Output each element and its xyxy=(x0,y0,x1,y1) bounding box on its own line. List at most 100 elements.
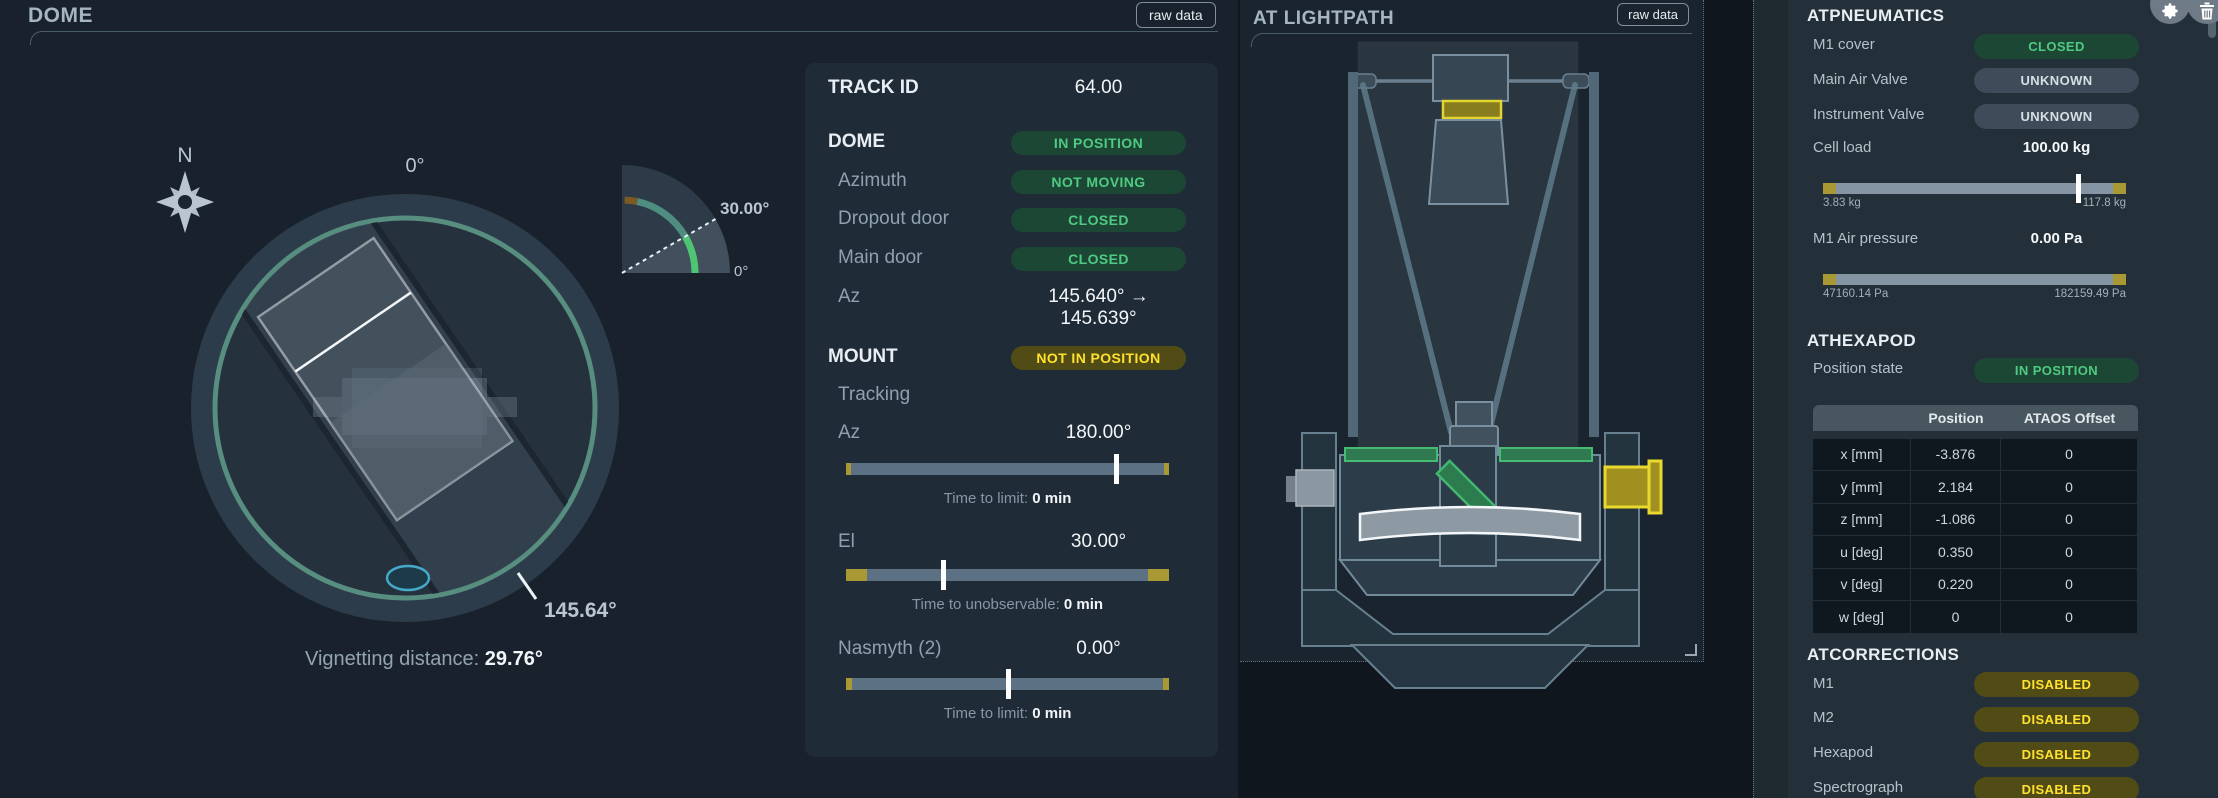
table-header-offset: ATAOS Offset xyxy=(2001,405,2138,431)
cell-load-range: 3.83 kg 117.8 kg xyxy=(1823,197,2126,209)
track-id-value: 64.00 xyxy=(1011,77,1186,99)
pier xyxy=(1352,645,1588,688)
air-pressure-max: 182159.49 Pa xyxy=(2054,288,2126,300)
el-time-value: 0 min xyxy=(1064,596,1103,613)
table-header-position: Position xyxy=(1911,405,2001,431)
mount-status-badge: NOT IN POSITION xyxy=(1011,346,1186,370)
corrections-title: ATCORRECTIONS xyxy=(1807,645,1959,665)
trash-icon xyxy=(2199,2,2215,20)
dome-status-badge: IN POSITION xyxy=(1011,131,1186,155)
port-right-tab xyxy=(1649,461,1661,513)
m1-cover-right xyxy=(1500,448,1592,461)
nasmyth-slider[interactable] xyxy=(846,678,1169,690)
slider-cap xyxy=(846,569,867,581)
compass-icon: N xyxy=(155,144,214,233)
dome-section-label: DOME xyxy=(828,131,885,153)
hexapod-table: Position ATAOS Offset x [mm] -3.876 0 y … xyxy=(1813,405,2138,633)
el-slider[interactable] xyxy=(846,569,1169,581)
table-row-name: u [deg] xyxy=(1813,535,1911,568)
position-state-badge: IN POSITION xyxy=(1974,358,2139,383)
air-pressure-range: 47160.14 Pa 182159.49 Pa xyxy=(1823,288,2126,300)
air-pressure-value: 0.00 Pa xyxy=(1974,230,2139,247)
el-time-label: Time to unobservable: xyxy=(912,596,1060,613)
table-row-position: 0.350 xyxy=(1911,535,2001,568)
az-time-to-limit: Time to limit: 0 min xyxy=(846,490,1169,507)
m1-cover-status-badge: CLOSED xyxy=(1974,34,2139,59)
slider-cap xyxy=(1163,678,1169,690)
m2-baffle xyxy=(1429,120,1508,204)
az-time-value: 0 min xyxy=(1032,490,1071,507)
nasmyth-label: Nasmyth (2) xyxy=(838,638,941,660)
table-header-blank xyxy=(1813,405,1911,431)
slider-cap xyxy=(1823,183,1836,194)
telescope-lightpath-diagram xyxy=(1243,34,1705,660)
correction-m2-badge: DISABLED xyxy=(1974,707,2139,732)
truss-right xyxy=(1589,72,1599,437)
slider-cap xyxy=(846,678,852,690)
table-row-name: z [mm] xyxy=(1813,503,1911,536)
tracking-label: Tracking xyxy=(838,384,910,406)
slider-cap xyxy=(2113,274,2126,285)
correction-m1-badge: DISABLED xyxy=(1974,672,2139,697)
table-row-name: x [mm] xyxy=(1813,438,1911,471)
lightpath-raw-data-button[interactable]: raw data xyxy=(1617,3,1689,26)
cell-load-min: 3.83 kg xyxy=(1823,197,1861,209)
elevation-gauge: 30.00° 0° xyxy=(610,100,810,290)
cell-load-slider[interactable] xyxy=(1823,183,2126,194)
fork-base xyxy=(1302,590,1639,646)
table-row-name: w [deg] xyxy=(1813,600,1911,633)
air-pressure-label: M1 Air pressure xyxy=(1813,230,1918,247)
table-row-position: 0.220 xyxy=(1911,568,2001,601)
port-left xyxy=(1296,470,1334,506)
m2-vane-highlight xyxy=(1443,101,1501,118)
table-row-position: -3.876 xyxy=(1911,438,2001,471)
table-row-offset: 0 xyxy=(2001,503,2138,536)
dome-az-arrow: → xyxy=(1130,286,1149,307)
air-pressure-min: 47160.14 Pa xyxy=(1823,288,1888,300)
cell-load-value: 100.00 kg xyxy=(1974,139,2139,156)
hexapod-title: ATHEXAPOD xyxy=(1807,331,1916,351)
table-row-offset: 0 xyxy=(2001,600,2138,633)
cell-load-max: 117.8 kg xyxy=(2083,197,2126,209)
widget-resize-handle[interactable] xyxy=(1685,644,1697,656)
table-row-position: -1.086 xyxy=(1911,503,2001,536)
correction-hexapod-badge: DISABLED xyxy=(1974,742,2139,767)
tube-top xyxy=(1456,402,1492,428)
m1-cover-label: M1 cover xyxy=(1813,36,1875,53)
mount-az-slider-marker[interactable] xyxy=(1114,454,1119,484)
correction-hexapod-label: Hexapod xyxy=(1813,744,1873,761)
dome-zero-degree-label: 0° xyxy=(405,155,424,177)
mount-az-slider[interactable] xyxy=(846,463,1169,475)
dome-az-from: 145.640° xyxy=(1048,286,1124,307)
instrument-valve-status-badge: UNKNOWN xyxy=(1974,104,2139,129)
azimuth-marker-label: 145.64° xyxy=(544,599,617,622)
air-pressure-slider[interactable] xyxy=(1823,274,2126,285)
dome-widget: DOME raw data N 0° xyxy=(0,0,1238,798)
elevation-arc-limit xyxy=(625,200,638,201)
track-status-card: TRACK ID 64.00 DOME IN POSITION Azimuth … xyxy=(805,63,1218,757)
mount-az-value: 180.00° xyxy=(1011,422,1186,444)
nasmyth-time-to-limit: Time to limit: 0 min xyxy=(846,705,1169,722)
nasmyth-time-value: 0 min xyxy=(1032,705,1071,722)
dome-raw-data-button[interactable]: raw data xyxy=(1136,2,1216,28)
position-state-label: Position state xyxy=(1813,360,1903,377)
table-row-name: v [deg] xyxy=(1813,568,1911,601)
el-value: 30.00° xyxy=(1011,531,1186,553)
table-row-name: y [mm] xyxy=(1813,470,1911,503)
main-air-valve-label: Main Air Valve xyxy=(1813,71,1908,88)
nasmyth-value: 0.00° xyxy=(1011,638,1186,660)
vignetting-label: Vignetting distance: xyxy=(305,648,479,670)
mount-section-label: MOUNT xyxy=(828,346,898,368)
dome-az-transition: 145.640° → 145.639° xyxy=(1011,286,1186,330)
el-slider-marker[interactable] xyxy=(941,560,946,590)
nasmyth-slider-marker[interactable] xyxy=(1006,669,1011,699)
table-row-offset: 0 xyxy=(2001,568,2138,601)
fork-arm-left xyxy=(1302,433,1336,608)
lightpath-panel-title: AT LIGHTPATH xyxy=(1253,8,1394,30)
slider-cap xyxy=(846,463,851,475)
fork-arm-right xyxy=(1605,433,1639,608)
slider-cap xyxy=(2113,183,2126,194)
main-door-label: Main door xyxy=(838,247,923,269)
port-right-active xyxy=(1605,467,1649,507)
mount-az-label: Az xyxy=(838,422,860,444)
